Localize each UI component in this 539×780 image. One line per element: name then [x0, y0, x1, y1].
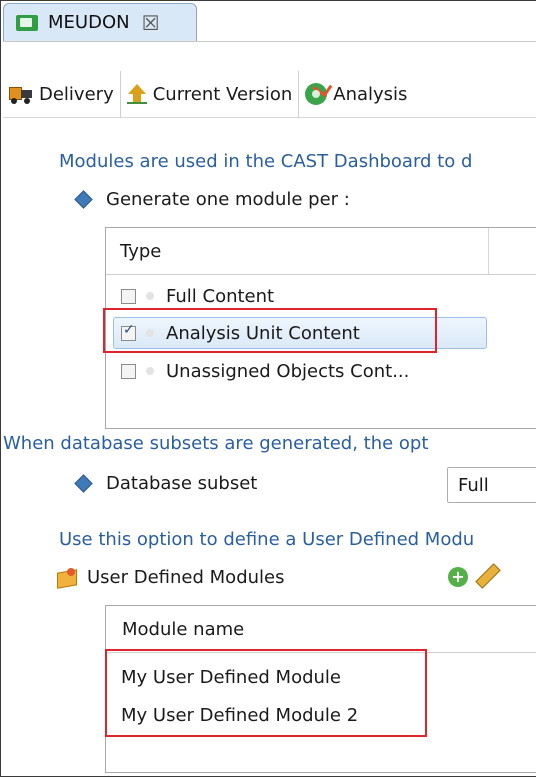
module-table-header: Module name	[106, 606, 536, 653]
udm-row: User Defined Modules	[55, 567, 285, 589]
upload-arrow-icon	[126, 84, 147, 104]
editor-tab-label: MEUDON	[48, 12, 130, 33]
editor-tab-meudon[interactable]: MEUDON ☒	[3, 3, 197, 41]
database-subset-label: Database subset	[106, 473, 258, 494]
toolbar-tab-label: Current Version	[152, 83, 293, 105]
gear-check-icon	[305, 77, 333, 105]
highlight-box-modules	[105, 649, 427, 737]
close-icon[interactable]: ☒	[142, 13, 160, 33]
module-name-column-header[interactable]: Module name	[106, 619, 244, 640]
unassigned-objects-checkbox[interactable]	[121, 363, 136, 379]
editor-frame: MEUDON ☒ Delivery Current Version Analys…	[0, 0, 536, 777]
type-row-full-content[interactable]: Full Content	[121, 282, 274, 310]
editor-tabstrip: MEUDON ☒	[3, 3, 536, 42]
type-row-label: Full Content	[166, 285, 275, 307]
full-content-checkbox[interactable]	[121, 288, 136, 304]
highlight-box-analysis-unit	[103, 308, 437, 353]
database-subset-row: Database subset	[74, 473, 258, 494]
item-dot-icon	[146, 367, 154, 375]
item-dot-icon	[146, 292, 154, 300]
type-column-header[interactable]: Type	[106, 241, 161, 262]
type-table-header: Type	[106, 228, 536, 275]
module-icon	[55, 567, 77, 589]
udm-info-text: Use this option to define a User Defined…	[59, 529, 475, 550]
toolbar-tab-analysis[interactable]: Analysis	[299, 71, 413, 117]
modules-info-text: Modules are used in the CAST Dashboard t…	[59, 151, 473, 172]
diamond-bullet-icon	[74, 474, 93, 493]
project-icon	[16, 14, 38, 31]
database-subset-value: Full	[458, 474, 489, 496]
subset-info-text: When database subsets are generated, the…	[3, 433, 429, 454]
toolbar-tab-delivery[interactable]: Delivery	[3, 71, 121, 117]
type-row-label: Unassigned Objects Cont...	[166, 360, 410, 382]
toolbar-tab-current-version[interactable]: Current Version	[121, 71, 300, 117]
database-subset-select[interactable]: Full	[447, 467, 536, 503]
udm-label: User Defined Modules	[87, 567, 285, 588]
generate-module-label: Generate one module per :	[106, 189, 350, 210]
truck-icon	[9, 85, 33, 104]
add-icon[interactable]: +	[448, 567, 468, 587]
toolbar-tab-label: Analysis	[333, 83, 408, 105]
generate-module-row: Generate one module per :	[74, 189, 350, 210]
editor-toolbar: Delivery Current Version Analysis	[3, 71, 536, 118]
toolbar-tab-label: Delivery	[39, 83, 114, 105]
edit-icon[interactable]	[475, 563, 501, 589]
type-row-unassigned-objects[interactable]: Unassigned Objects Cont...	[121, 357, 409, 385]
diamond-bullet-icon	[74, 190, 93, 209]
